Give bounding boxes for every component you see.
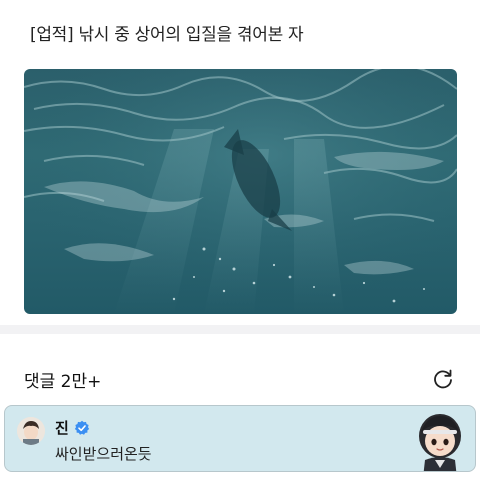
verified-badge-icon	[74, 420, 90, 435]
comments-header: 댓글 2만+	[24, 366, 456, 392]
refresh-icon	[434, 369, 452, 389]
avatar[interactable]	[17, 417, 45, 445]
refresh-button[interactable]	[430, 366, 456, 392]
post-title: [업적] 낚시 중 상어의 입질을 겪어본 자	[30, 25, 304, 45]
comment-author: 진	[55, 417, 90, 438]
comment-item[interactable]: 진 싸인받으러온듯	[4, 405, 476, 472]
character-sticker-icon	[419, 414, 461, 471]
section-divider	[0, 325, 480, 334]
comment-text: 싸인받으러온듯	[55, 445, 152, 463]
sea-water-image	[24, 69, 457, 314]
post-page: [업적] 낚시 중 상어의 입질을 겪어본 자 댓글 2만+ 진 싸인받으러온듯	[0, 0, 480, 478]
author-name: 진	[55, 419, 69, 437]
comments-count: 댓글 2만+	[24, 371, 102, 392]
video-player[interactable]	[24, 69, 457, 314]
